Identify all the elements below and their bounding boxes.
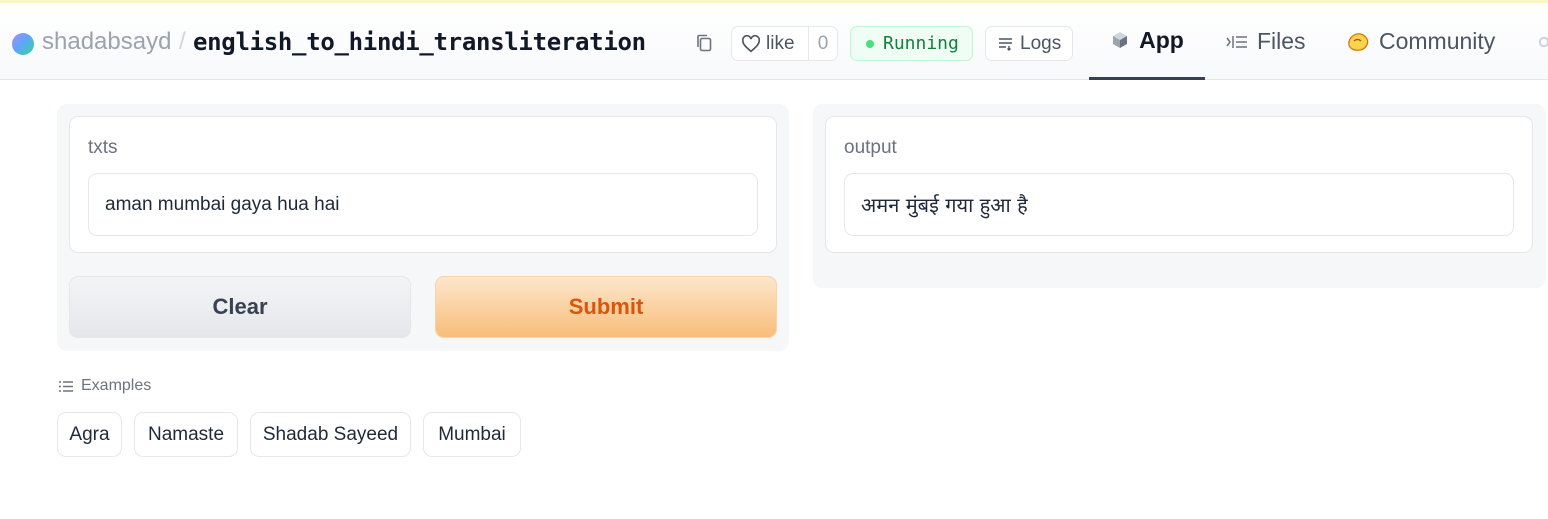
status-badge[interactable]: Running <box>850 26 973 61</box>
files-icon <box>1226 35 1247 48</box>
tab-app-label: App <box>1139 26 1184 53</box>
tab-app[interactable]: App <box>1089 3 1205 80</box>
status-label: Running <box>883 33 959 54</box>
output-label: output <box>844 137 897 158</box>
output-text: अमन मुंबई गया हुआ है <box>861 193 1028 217</box>
tab-files-label: Files <box>1257 28 1306 54</box>
owner-avatar[interactable] <box>12 33 34 55</box>
repo-title[interactable]: english_to_hindi_transliteration <box>193 27 646 57</box>
like-button[interactable]: like 0 <box>731 26 838 61</box>
hands-icon <box>1348 32 1369 51</box>
like-action[interactable]: like <box>732 27 809 60</box>
example-item[interactable]: Agra <box>57 412 122 457</box>
heart-icon <box>741 34 761 52</box>
clear-button[interactable]: Clear <box>69 276 411 338</box>
input-textbox[interactable]: aman mumbai gaya hua hai <box>88 173 758 236</box>
like-count[interactable]: 0 <box>809 33 837 55</box>
owner-link[interactable]: shadabsayd <box>42 27 171 57</box>
example-item[interactable]: Shadab Sayeed <box>250 412 411 457</box>
tab-community-label: Community <box>1379 28 1496 54</box>
copy-icon[interactable] <box>696 34 712 52</box>
tab-community[interactable]: Community <box>1346 3 1495 80</box>
submit-button[interactable]: Submit <box>435 276 777 338</box>
output-textbox[interactable]: अमन मुंबई गया हुआ है <box>844 173 1514 236</box>
examples-header: Examples <box>58 377 151 395</box>
path-separator: / <box>179 28 186 55</box>
status-dot-icon <box>866 39 874 48</box>
gear-icon <box>1538 36 1548 47</box>
like-label: like <box>766 32 795 54</box>
logs-icon <box>999 37 1012 51</box>
input-text: aman mumbai gaya hua hai <box>105 193 340 215</box>
examples-label: Examples <box>81 377 152 394</box>
input-label: txts <box>88 137 118 158</box>
tab-files[interactable]: Files <box>1226 3 1306 80</box>
example-item[interactable]: Namaste <box>134 412 238 457</box>
logs-button[interactable]: Logs <box>985 26 1073 61</box>
example-item[interactable]: Mumbai <box>423 412 521 457</box>
list-icon <box>59 380 73 392</box>
cube-icon <box>1113 32 1128 48</box>
space-header: shadabsayd / english_to_hindi_transliter… <box>0 3 1548 80</box>
tab-settings[interactable] <box>1537 3 1548 80</box>
logs-label: Logs <box>1020 32 1062 54</box>
